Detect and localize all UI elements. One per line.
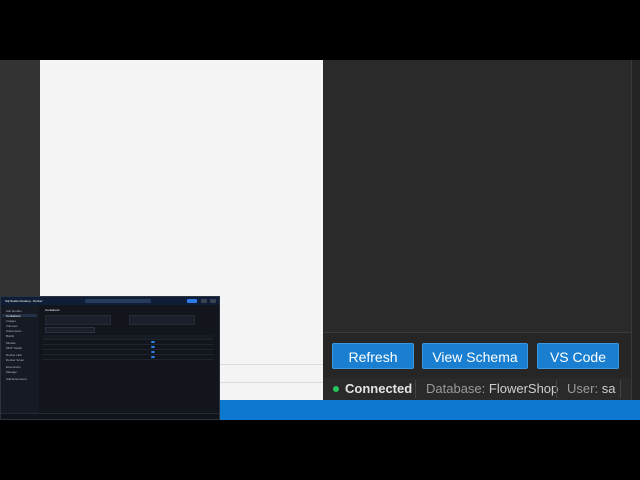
- view-schema-button[interactable]: View Schema: [422, 343, 528, 369]
- thumbnail-minimize-icon: [201, 299, 207, 303]
- separator: [415, 380, 416, 398]
- thumbnail-nav-item: Manage: [6, 370, 17, 374]
- database-value: FlowerShop: [488, 381, 559, 396]
- connection-label: Connected: [345, 381, 413, 396]
- thumbnail-titlebar: Sql Studio Desktop - Docker: [1, 297, 219, 305]
- thumbnail-sidebar: Ask Gordon Containers Images Volumes Kub…: [1, 305, 40, 419]
- thumbnail-nav-item: Kubernetes: [6, 329, 22, 333]
- thumbnail-app-title: Sql Studio Desktop - Docker: [5, 299, 43, 303]
- thumbnail-search-icon: [85, 299, 151, 303]
- thumbnail-nav-item: Extensions: [6, 365, 21, 369]
- app-thumbnail-window[interactable]: Sql Studio Desktop - Docker Ask Gordon C…: [0, 296, 220, 420]
- right-scrollbar[interactable]: [631, 60, 640, 420]
- thumbnail-cpu-card: [45, 315, 111, 325]
- user-label: User:: [567, 381, 599, 396]
- thumbnail-close-icon: [210, 299, 216, 303]
- user-value: sa: [601, 381, 616, 396]
- thumbnail-status-pill: [151, 356, 155, 358]
- thumbnail-table-row: [43, 355, 213, 360]
- separator: [556, 380, 557, 398]
- separator: [620, 380, 621, 398]
- thumbnail-main: Containers: [39, 305, 219, 419]
- action-toolbar: Refresh View Schema VS Code: [323, 332, 631, 378]
- thumbnail-footer: [1, 413, 219, 419]
- connection-status: Connected: [333, 378, 412, 400]
- refresh-button[interactable]: Refresh: [332, 343, 414, 369]
- thumbnail-memory-card: [129, 315, 195, 325]
- thumbnail-nav-item: Models: [6, 341, 16, 345]
- thumbnail-nav-item: MCP Toolkit: [6, 346, 22, 350]
- thumbnail-nav-item: Docker Hub: [6, 353, 22, 357]
- thumbnail-nav-item: Add Extensions: [6, 377, 27, 381]
- connection-status-bar: Connected Database: FlowerShop User: sa: [323, 378, 631, 400]
- thumbnail-nav-item: Containers: [2, 314, 37, 318]
- thumbnail-page-title: Containers: [45, 308, 60, 312]
- database-label: Database:: [426, 381, 486, 396]
- thumbnail-nav-item: Volumes: [6, 324, 18, 328]
- thumbnail-signin-button: [187, 299, 197, 303]
- thumbnail-nav-item: Images: [6, 319, 16, 323]
- thumbnail-status-pill: [151, 351, 155, 353]
- thumbnail-nav-item: Builds: [6, 334, 15, 338]
- status-bar: [220, 400, 640, 420]
- thumbnail-status-pill: [151, 346, 155, 348]
- database-info: Database: FlowerShop: [426, 378, 558, 400]
- thumbnail-nav-item: Docker Scout: [6, 358, 25, 362]
- connected-dot-icon: [333, 385, 339, 392]
- thumbnail-status-pill: [151, 341, 155, 343]
- thumbnail-nav-item: Ask Gordon: [6, 309, 22, 313]
- thumbnail-search-input: [45, 327, 95, 333]
- user-info: User: sa: [567, 378, 615, 400]
- vs-code-button[interactable]: VS Code: [537, 343, 619, 369]
